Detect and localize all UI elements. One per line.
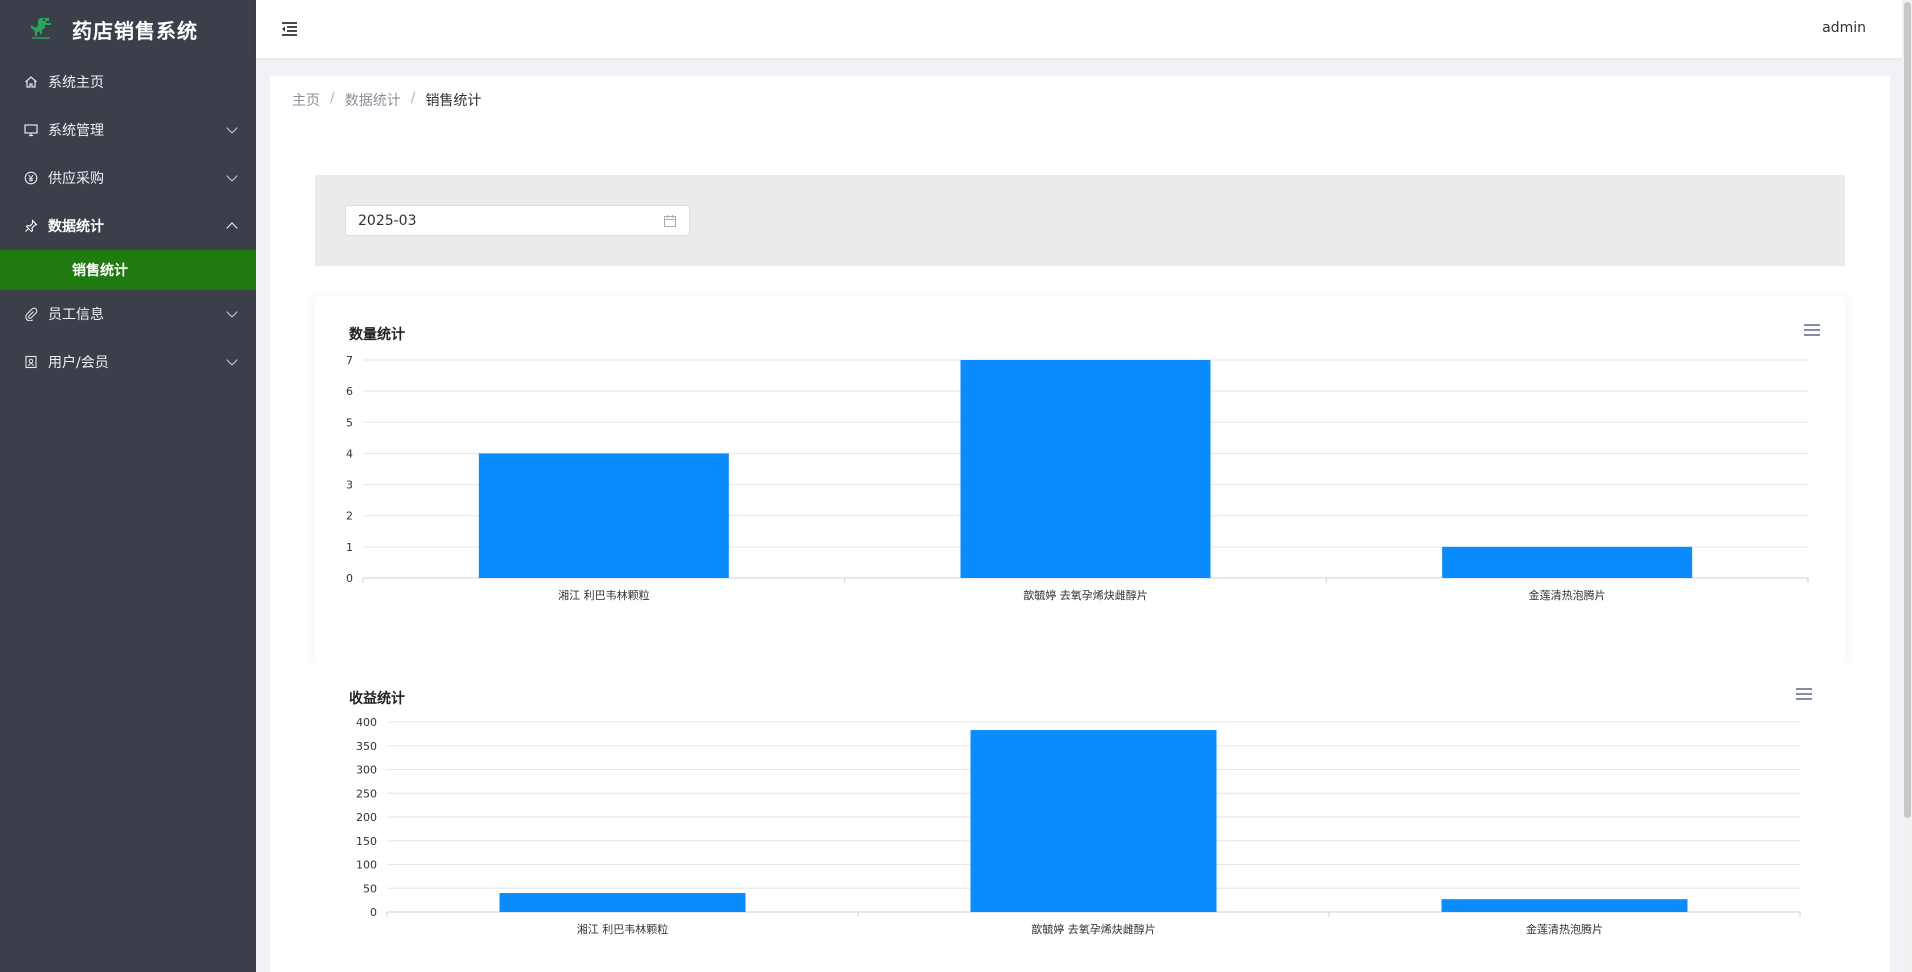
user-menu[interactable]: admin	[1822, 20, 1866, 36]
breadcrumb-separator: /	[330, 90, 335, 106]
quantity-bar-chart: 0 1 2 3 4 5 6 7 湘江 利巴韦林颗粒 歆毓婷 去氧孕烯炔雌醇片 金莲清热泡腾片	[346, 354, 1809, 602]
chevron-down-icon	[226, 170, 238, 182]
breadcrumb: 主页 / 数据统计 / 销售统计	[292, 90, 481, 110]
bar	[970, 730, 1217, 912]
calendar-icon	[664, 215, 676, 227]
page-scrollbar[interactable]	[1902, 0, 1912, 972]
dinosaur-logo-icon	[31, 18, 51, 39]
x-category-label: 湘江 利巴韦林颗粒	[558, 588, 650, 602]
app-title: 药店销售系统	[72, 18, 198, 43]
y-tick-label: 200	[356, 811, 377, 824]
sidebar-item-system[interactable]: 系统管理	[0, 106, 256, 154]
breadcrumb-separator: /	[410, 90, 416, 106]
sidebar-item-supply[interactable]: 供应采购	[0, 154, 256, 202]
home-icon	[24, 75, 38, 89]
sidebar-item-label: 用户/会员	[48, 355, 109, 371]
chevron-down-icon	[226, 306, 238, 318]
y-tick-label: 4	[346, 447, 353, 460]
bar	[1441, 899, 1688, 912]
monitor-icon	[24, 123, 38, 137]
sidebar: 药店销售系统 系统主页 系统管理 供应采购 数据统计 销售统计 员工信息 用户/…	[0, 0, 256, 972]
y-tick-label: 5	[346, 416, 353, 429]
bar	[960, 360, 1211, 578]
y-tick-label: 350	[356, 740, 377, 753]
month-picker-value: 2025-03	[358, 213, 417, 229]
x-category-label: 歆毓婷 去氧孕烯炔雌醇片	[1031, 922, 1156, 936]
sidebar-item-label: 数据统计	[48, 219, 104, 235]
y-tick-label: 50	[363, 882, 377, 895]
document-icon	[24, 355, 38, 369]
sidebar-item-label: 系统管理	[48, 123, 104, 139]
x-category-label: 金莲清热泡腾片	[1526, 922, 1603, 936]
y-tick-label: 100	[356, 859, 377, 872]
sidebar-item-users[interactable]: 用户/会员	[0, 338, 256, 386]
revenue-chart-card: 收益统计 0 50 100 150 200 250 300 350 400 湘江 利巴韦林颗粒 歆毓…	[315, 660, 1845, 972]
sidebar-item-label: 系统主页	[48, 75, 104, 91]
bar	[478, 453, 729, 578]
sidebar-item-home[interactable]: 系统主页	[0, 58, 256, 106]
top-header: admin	[256, 0, 1912, 58]
y-tick-label: 3	[346, 479, 353, 492]
sidebar-item-statistics[interactable]: 数据统计	[0, 202, 256, 250]
breadcrumb-statistics[interactable]: 数据统计	[345, 90, 401, 110]
y-tick-label: 250	[356, 787, 377, 800]
bar	[499, 893, 746, 912]
pin-icon	[24, 219, 38, 233]
app-logo[interactable]: 药店销售系统	[0, 0, 256, 58]
revenue-bar-chart: 0 50 100 150 200 250 300 350 400 湘江 利巴韦林颗粒 歆毓婷 去氧孕…	[356, 716, 1801, 936]
sidebar-item-staff[interactable]: 员工信息	[0, 290, 256, 338]
main-content: 主页 / 数据统计 / 销售统计 2025-03 数量统计 0 1 2 3 4 5 6 7 湘江…	[270, 76, 1890, 972]
y-tick-label: 1	[346, 541, 353, 554]
breadcrumb-home[interactable]: 主页	[292, 90, 320, 110]
y-tick-label: 400	[356, 716, 377, 729]
sidebar-item-label: 供应采购	[48, 171, 104, 187]
paperclip-icon	[24, 307, 38, 321]
y-tick-label: 7	[346, 354, 353, 367]
filter-bar: 2025-03	[315, 175, 1845, 266]
scrollbar-thumb[interactable]	[1904, 2, 1911, 818]
sidebar-subitem-label: 销售统计	[72, 263, 128, 279]
month-picker[interactable]: 2025-03	[345, 205, 690, 236]
y-tick-label: 0	[346, 572, 353, 585]
chevron-down-icon	[226, 122, 238, 134]
y-tick-label: 150	[356, 835, 377, 848]
collapse-menu-icon[interactable]	[278, 18, 300, 40]
sidebar-item-label: 员工信息	[48, 307, 104, 323]
x-category-label: 歆毓婷 去氧孕烯炔雌醇片	[1023, 588, 1148, 602]
bar	[1442, 546, 1693, 578]
breadcrumb-current: 销售统计	[425, 93, 482, 109]
x-category-label: 湘江 利巴韦林颗粒	[577, 922, 669, 936]
yen-icon	[24, 171, 38, 185]
chevron-down-icon	[226, 354, 238, 366]
y-tick-label: 0	[370, 906, 377, 919]
x-category-label: 金莲清热泡腾片	[1529, 588, 1606, 602]
sidebar-subitem-sales-statistics[interactable]: 销售统计	[0, 250, 256, 290]
chevron-up-icon	[226, 222, 238, 234]
y-tick-label: 2	[346, 510, 353, 523]
quantity-chart-card: 数量统计 0 1 2 3 4 5 6 7 湘江 利巴韦林颗粒 歆毓婷 去氧孕烯炔雌醇片 金莲清热泡腾…	[315, 296, 1845, 660]
y-tick-label: 300	[356, 764, 377, 777]
y-tick-label: 6	[346, 385, 353, 398]
